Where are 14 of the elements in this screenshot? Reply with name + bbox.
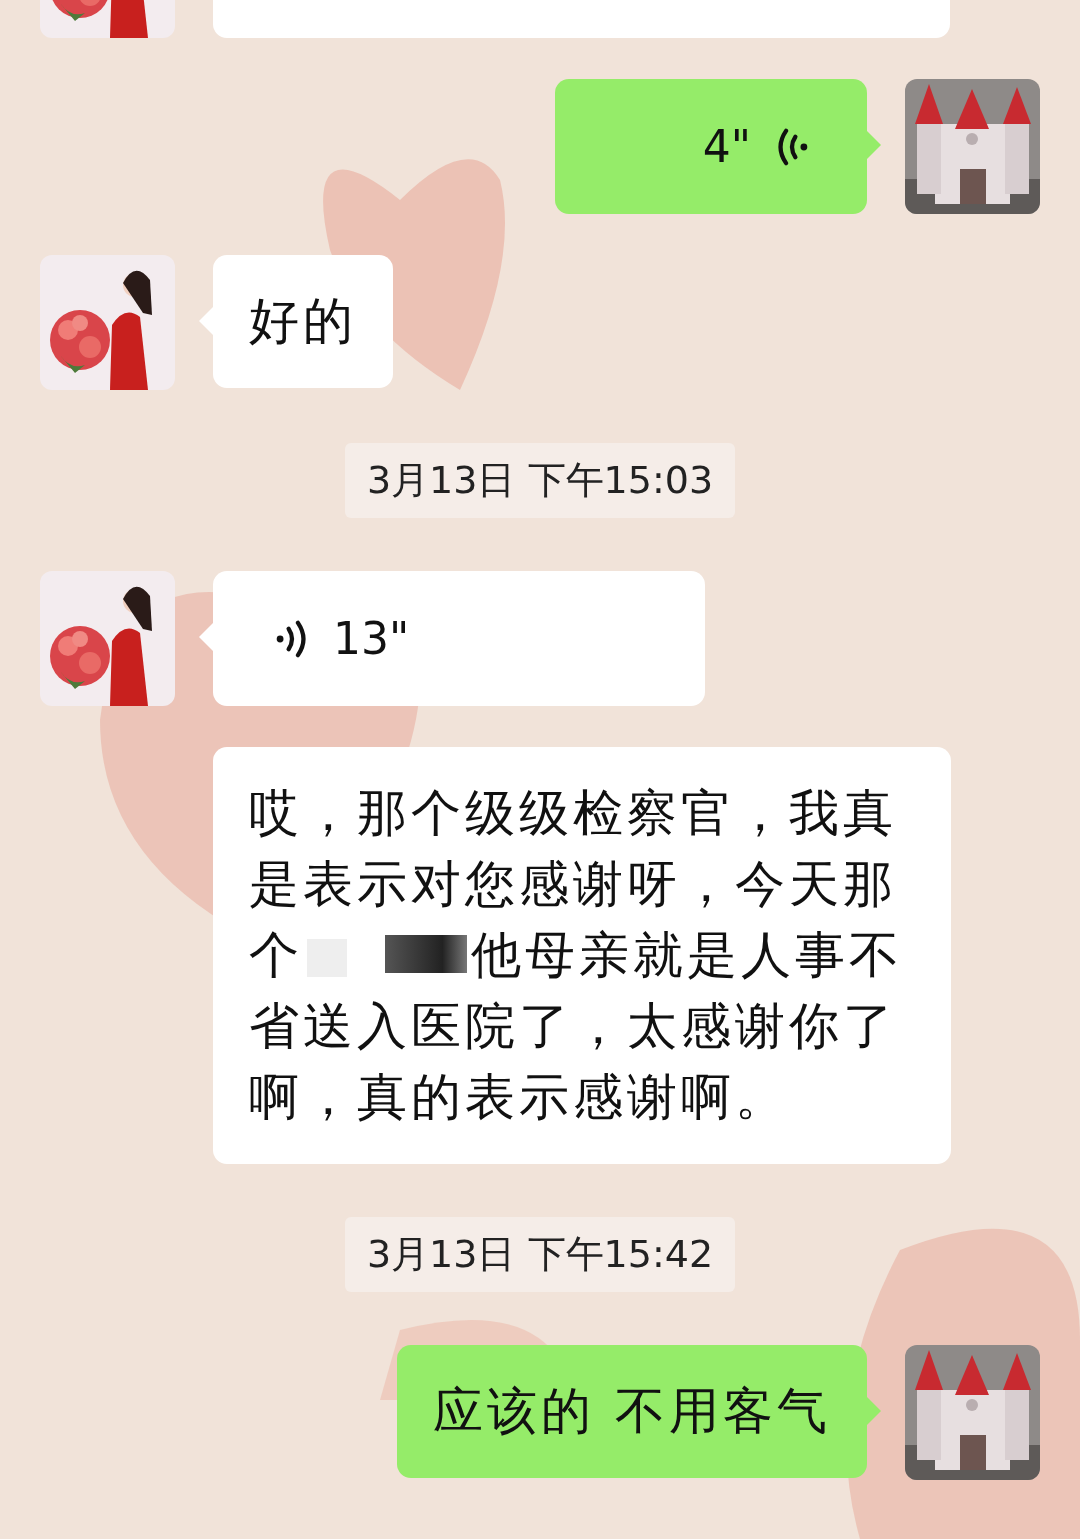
bubble-tail (867, 131, 881, 159)
voice-icon (775, 126, 809, 167)
message-text: 个 (249, 925, 303, 986)
bubble-tail (199, 623, 213, 651)
timestamp: 3月13日 下午15:03 (344, 443, 736, 518)
message-text: 应该的 不用客气 (433, 1381, 831, 1442)
voice-icon (275, 618, 309, 659)
message-text: 他母亲就是人事不 (471, 925, 903, 986)
voice-message[interactable]: 4" (555, 79, 867, 214)
message-text: 省送入医院了，太感谢你了啊，真的表示感谢啊。 (249, 996, 898, 1128)
message-text: 哎，那个级级检察官，我真是表示对您感谢呀，今天那 (249, 783, 898, 915)
timestamp: 3月13日 下午15:42 (344, 1217, 736, 1292)
message-text: 好的 (249, 291, 357, 352)
voice-message[interactable]: 13" (213, 571, 705, 706)
